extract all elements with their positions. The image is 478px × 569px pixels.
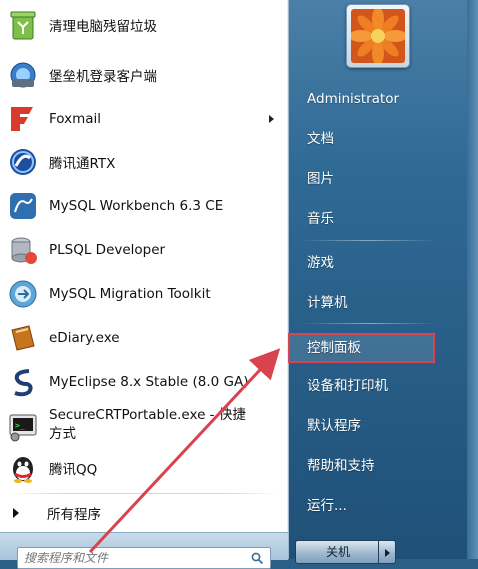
menu-control-panel[interactable]: 控制面板 xyxy=(289,333,439,363)
foxmail-icon xyxy=(6,102,40,136)
user-avatar[interactable] xyxy=(346,4,410,68)
shutdown-button[interactable]: 关机 xyxy=(295,540,381,564)
program-label: eDiary.exe xyxy=(49,330,120,346)
program-label: MySQL Migration Toolkit xyxy=(49,286,211,302)
menu-default-programs[interactable]: 默认程序 xyxy=(289,411,439,441)
program-item-qq[interactable]: 腾讯QQ xyxy=(0,446,288,490)
all-programs-label: 所有程序 xyxy=(47,507,101,523)
places-divider xyxy=(301,240,437,241)
mysql-workbench-icon xyxy=(6,189,40,223)
program-label: 腾讯QQ xyxy=(49,462,98,478)
program-item-fortress-client[interactable]: 堡垒机登录客户端 xyxy=(0,53,288,97)
menu-games[interactable]: 游戏 xyxy=(289,248,439,278)
all-programs-arrow-icon xyxy=(13,508,19,518)
menu-music[interactable]: 音乐 xyxy=(289,204,439,234)
search-input[interactable] xyxy=(17,547,271,569)
mysql-migration-icon xyxy=(6,277,40,311)
menu-pictures[interactable]: 图片 xyxy=(289,164,439,194)
program-label: 清理电脑残留垃圾 xyxy=(49,19,157,35)
flower-icon xyxy=(351,9,405,63)
places-panel: Administrator 文档 图片 音乐 游戏 计算机 控制面板 设备和打印… xyxy=(288,0,478,564)
program-label: 堡垒机登录客户端 xyxy=(49,69,157,85)
program-label: PLSQL Developer xyxy=(49,242,166,258)
program-item-myeclipse[interactable]: MyEclipse 8.x Stable (8.0 GA) xyxy=(0,360,288,404)
search-icon[interactable] xyxy=(251,550,264,569)
window-edge xyxy=(467,0,478,559)
program-item-rtx[interactable]: 腾讯通RTX xyxy=(0,140,288,184)
svg-text:>_: >_ xyxy=(15,421,25,430)
program-item-mysql-migration[interactable]: MySQL Migration Toolkit xyxy=(0,272,288,316)
program-item-plsql-developer[interactable]: PLSQL Developer xyxy=(0,228,288,272)
search-bar xyxy=(0,532,288,569)
programs-divider xyxy=(8,493,280,494)
places-divider xyxy=(301,323,437,324)
rtx-icon xyxy=(6,145,40,179)
menu-run[interactable]: 运行... xyxy=(289,491,439,521)
plsql-developer-icon xyxy=(6,233,40,267)
shutdown-options-button[interactable] xyxy=(378,540,396,564)
fortress-client-icon xyxy=(6,58,40,92)
submenu-arrow-icon xyxy=(269,115,274,123)
menu-documents[interactable]: 文档 xyxy=(289,124,439,154)
myeclipse-icon xyxy=(6,365,40,399)
program-label: 腾讯通RTX xyxy=(49,156,116,172)
program-label: MyEclipse 8.x Stable (8.0 GA) xyxy=(49,374,249,390)
recycle-bin-icon xyxy=(6,8,40,42)
program-item-mysql-workbench[interactable]: MySQL Workbench 6.3 CE xyxy=(0,184,288,228)
menu-help-support[interactable]: 帮助和支持 xyxy=(289,451,439,481)
menu-devices-printers[interactable]: 设备和打印机 xyxy=(289,371,439,401)
securecrt-icon: >_ xyxy=(6,409,40,443)
qq-icon xyxy=(6,451,40,485)
ediary-icon xyxy=(6,321,40,355)
menu-user-name[interactable]: Administrator xyxy=(289,84,439,114)
program-label: Foxmail xyxy=(49,111,102,127)
menu-computer[interactable]: 计算机 xyxy=(289,288,439,318)
start-menu: 清理电脑残留垃圾 堡垒机登录客户端 Foxmail 腾讯通RTX MySQL W… xyxy=(0,0,478,569)
program-item-foxmail[interactable]: Foxmail xyxy=(0,97,288,141)
program-label: MySQL Workbench 6.3 CE xyxy=(49,198,224,214)
program-item-ediary[interactable]: eDiary.exe xyxy=(0,316,288,360)
all-programs-button[interactable]: 所有程序 xyxy=(0,497,288,527)
programs-panel: 清理电脑残留垃圾 堡垒机登录客户端 Foxmail 腾讯通RTX MySQL W… xyxy=(0,0,289,569)
program-item-securecrt[interactable]: >_ SecureCRTPortable.exe - 快捷方式 xyxy=(0,403,288,449)
program-item-cleanup[interactable]: 清理电脑残留垃圾 xyxy=(0,3,288,47)
chevron-right-icon xyxy=(385,549,390,557)
program-label: SecureCRTPortable.exe - 快捷方式 xyxy=(49,407,246,442)
